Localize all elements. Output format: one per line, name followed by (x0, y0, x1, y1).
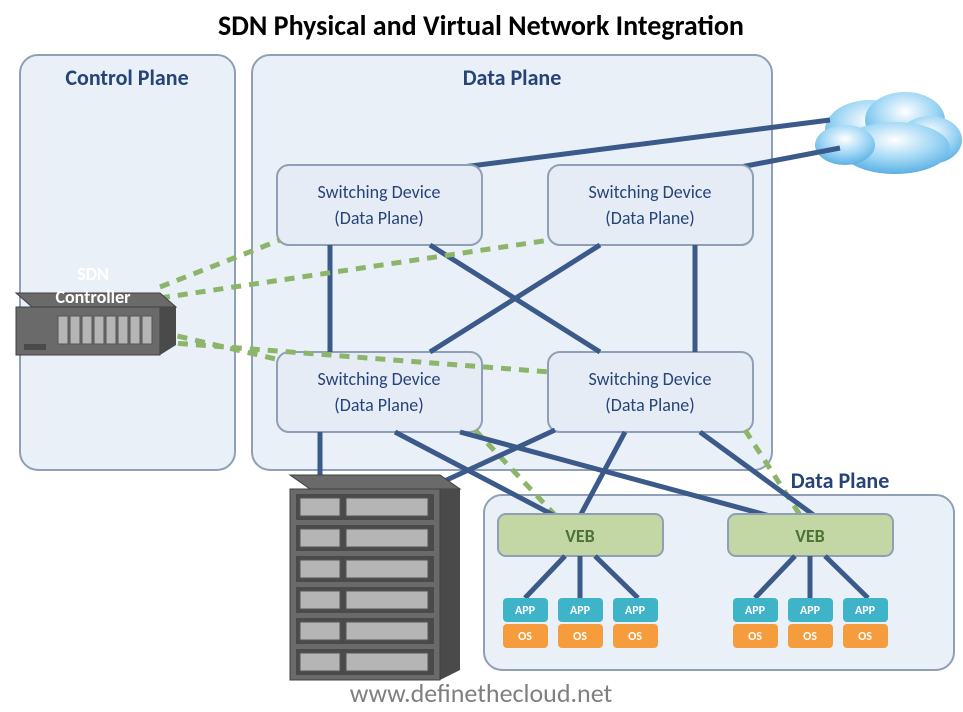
switch-box-2 (548, 165, 753, 245)
switch2-line2: (Data Plane) (605, 207, 694, 229)
svg-text:OS: OS (803, 630, 817, 644)
svg-text:APP: APP (625, 604, 646, 618)
switch3-line2: (Data Plane) (334, 394, 423, 416)
controller-label-2: Controller (55, 286, 131, 308)
switch2-line1: Switching Device (589, 181, 712, 203)
switch1-line1: Switching Device (318, 181, 441, 203)
svg-text:APP: APP (800, 604, 821, 618)
diagram-title: SDN Physical and Virtual Network Integra… (218, 8, 744, 43)
switch3-line1: Switching Device (318, 368, 441, 390)
svg-text:APP: APP (515, 604, 536, 618)
svg-text:OS: OS (628, 630, 642, 644)
svg-text:OS: OS (573, 630, 587, 644)
control-plane-label: Control Plane (65, 64, 188, 91)
cloud-icon (815, 92, 962, 174)
svg-text:APP: APP (745, 604, 766, 618)
diagram-canvas: SDN Physical and Virtual Network Integra… (0, 0, 963, 712)
veb-label-1: VEB (565, 525, 595, 547)
data-plane-label: Data Plane (463, 64, 562, 91)
data-plane2-label: Data Plane (791, 467, 890, 494)
svg-text:OS: OS (518, 630, 532, 644)
switch4-line1: Switching Device (589, 368, 712, 390)
switch-box-1 (277, 165, 482, 245)
switch4-line2: (Data Plane) (605, 394, 694, 416)
control-plane-panel (20, 55, 235, 470)
veb-label-2: VEB (795, 525, 825, 547)
switch-box-4 (548, 352, 753, 432)
svg-text:OS: OS (748, 630, 762, 644)
svg-text:APP: APP (570, 604, 591, 618)
svg-text:APP: APP (855, 604, 876, 618)
controller-label-1: SDN (77, 263, 109, 285)
server-stack-icon (290, 475, 460, 680)
switch1-line2: (Data Plane) (334, 207, 423, 229)
url-text: www.definethecloud.net (350, 677, 613, 709)
svg-text:OS: OS (858, 630, 872, 644)
